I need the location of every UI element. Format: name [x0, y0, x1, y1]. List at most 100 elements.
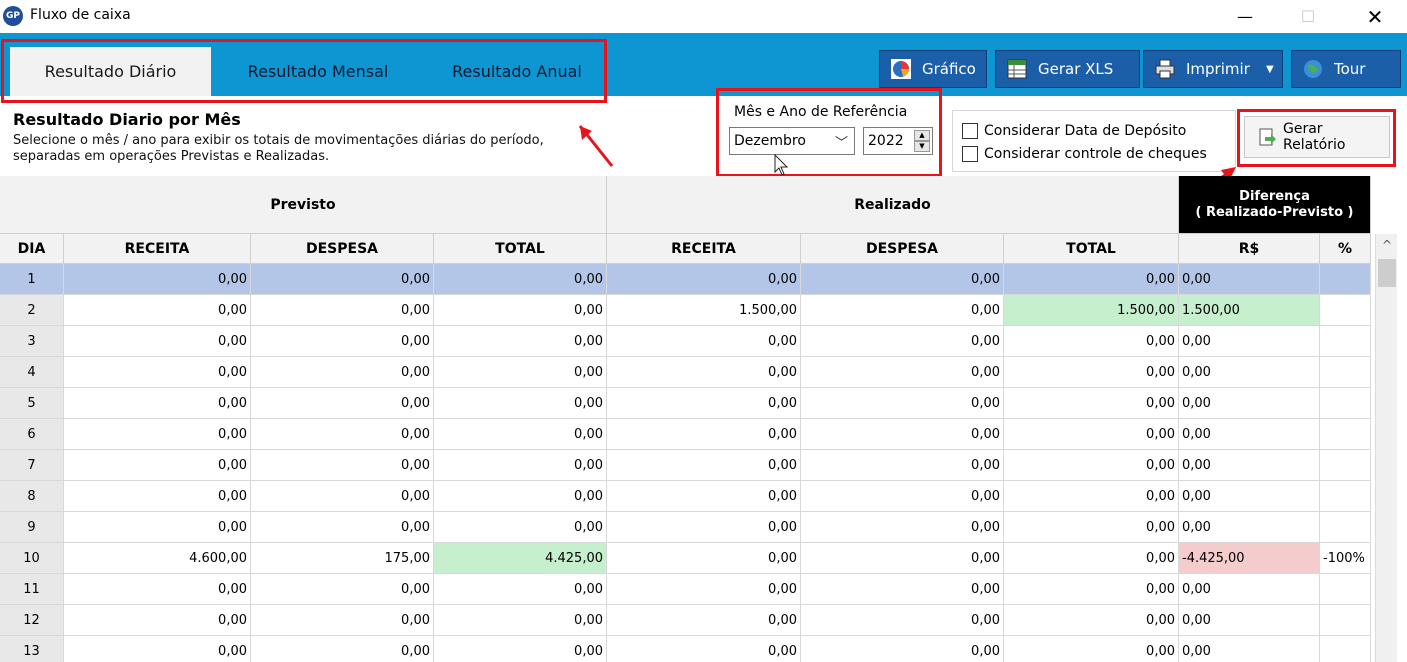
cell-dia[interactable]: 9 — [0, 512, 64, 543]
controle-cheques-checkbox[interactable]: Considerar controle de cheques — [962, 146, 1207, 162]
column-header-dia[interactable]: DIA — [0, 234, 64, 264]
checkbox-box[interactable] — [962, 146, 978, 162]
cell-diferenca-pct[interactable] — [1320, 357, 1371, 388]
cell-total-realizado[interactable]: 0,00 — [1004, 388, 1179, 419]
vertical-scrollbar[interactable]: ^ — [1375, 234, 1397, 662]
maximize-button[interactable]: ☐ — [1285, 0, 1331, 33]
cell-receita-previsto[interactable]: 0,00 — [64, 605, 251, 636]
cell-dia[interactable]: 4 — [0, 357, 64, 388]
cell-diferenca-rs[interactable]: 0,00 — [1179, 481, 1320, 512]
column-header-receita-realizado[interactable]: RECEITA — [607, 234, 801, 264]
cell-diferenca-pct[interactable] — [1320, 326, 1371, 357]
cell-receita-realizado[interactable]: 0,00 — [607, 450, 801, 481]
cell-dia[interactable]: 11 — [0, 574, 64, 605]
cell-despesa-realizado[interactable]: 0,00 — [801, 357, 1004, 388]
month-select[interactable]: Dezembro ﹀ — [729, 127, 855, 155]
cell-despesa-previsto[interactable]: 0,00 — [251, 605, 434, 636]
cell-receita-realizado[interactable]: 0,00 — [607, 605, 801, 636]
cell-total-previsto[interactable]: 0,00 — [434, 450, 607, 481]
cell-diferenca-pct[interactable] — [1320, 574, 1371, 605]
cell-despesa-realizado[interactable]: 0,00 — [801, 326, 1004, 357]
cell-receita-previsto[interactable]: 4.600,00 — [64, 543, 251, 574]
cell-receita-realizado[interactable]: 0,00 — [607, 543, 801, 574]
table-row[interactable]: 2 0,00 0,00 0,00 1.500,00 0,00 1.500,00 1.500,0… — [0, 295, 1371, 326]
cell-despesa-realizado[interactable]: 0,00 — [801, 264, 1004, 295]
cell-despesa-realizado[interactable]: 0,00 — [801, 419, 1004, 450]
cell-diferenca-rs[interactable]: 0,00 — [1179, 357, 1320, 388]
cell-diferenca-rs[interactable]: 0,00 — [1179, 636, 1320, 662]
cell-dia[interactable]: 10 — [0, 543, 64, 574]
cell-despesa-previsto[interactable]: 0,00 — [251, 388, 434, 419]
table-row[interactable]: 11 0,00 0,00 0,00 0,00 0,00 0,00 0,00 — [0, 574, 1371, 605]
scroll-up-icon[interactable]: ^ — [1376, 234, 1398, 256]
cell-total-previsto[interactable]: 4.425,00 — [434, 543, 607, 574]
cell-total-realizado[interactable]: 0,00 — [1004, 264, 1179, 295]
cell-diferenca-pct[interactable] — [1320, 636, 1371, 662]
cell-dia[interactable]: 12 — [0, 605, 64, 636]
cell-total-previsto[interactable]: 0,00 — [434, 357, 607, 388]
cell-diferenca-pct[interactable] — [1320, 264, 1371, 295]
scroll-thumb[interactable] — [1378, 259, 1396, 287]
cell-diferenca-rs[interactable]: 0,00 — [1179, 264, 1320, 295]
cell-despesa-realizado[interactable]: 0,00 — [801, 295, 1004, 326]
cell-diferenca-rs[interactable]: 0,00 — [1179, 388, 1320, 419]
cell-diferenca-rs[interactable]: 1.500,00 — [1179, 295, 1320, 326]
cell-diferenca-pct[interactable] — [1320, 512, 1371, 543]
grafico-button[interactable]: Gráfico — [879, 50, 987, 88]
close-button[interactable]: ✕ — [1352, 0, 1398, 33]
cell-receita-previsto[interactable]: 0,00 — [64, 357, 251, 388]
cell-total-previsto[interactable]: 0,00 — [434, 605, 607, 636]
cell-diferenca-rs[interactable]: 0,00 — [1179, 605, 1320, 636]
cell-total-previsto[interactable]: 0,00 — [434, 295, 607, 326]
cell-total-realizado[interactable]: 0,00 — [1004, 357, 1179, 388]
table-row[interactable]: 10 4.600,00 175,00 4.425,00 0,00 0,00 0,00 -4.4… — [0, 543, 1371, 574]
cell-despesa-realizado[interactable]: 0,00 — [801, 574, 1004, 605]
cell-diferenca-pct[interactable] — [1320, 295, 1371, 326]
cell-total-realizado[interactable]: 0,00 — [1004, 605, 1179, 636]
table-row[interactable]: 12 0,00 0,00 0,00 0,00 0,00 0,00 0,00 — [0, 605, 1371, 636]
cell-despesa-previsto[interactable]: 0,00 — [251, 295, 434, 326]
table-row[interactable]: 7 0,00 0,00 0,00 0,00 0,00 0,00 0,00 — [0, 450, 1371, 481]
cell-dia[interactable]: 6 — [0, 419, 64, 450]
cell-dia[interactable]: 3 — [0, 326, 64, 357]
cell-receita-previsto[interactable]: 0,00 — [64, 388, 251, 419]
spin-down-icon[interactable]: ▼ — [914, 141, 930, 152]
cell-receita-previsto[interactable]: 0,00 — [64, 481, 251, 512]
cell-diferenca-rs[interactable]: 0,00 — [1179, 419, 1320, 450]
cell-total-previsto[interactable]: 0,00 — [434, 264, 607, 295]
spin-up-icon[interactable]: ▲ — [914, 130, 930, 141]
table-row[interactable]: 4 0,00 0,00 0,00 0,00 0,00 0,00 0,00 — [0, 357, 1371, 388]
cell-despesa-previsto[interactable]: 0,00 — [251, 512, 434, 543]
minimize-button[interactable]: — — [1222, 0, 1268, 33]
cell-despesa-previsto[interactable]: 0,00 — [251, 481, 434, 512]
cell-diferenca-rs[interactable]: 0,00 — [1179, 450, 1320, 481]
cell-total-previsto[interactable]: 0,00 — [434, 512, 607, 543]
cell-receita-previsto[interactable]: 0,00 — [64, 295, 251, 326]
cell-receita-realizado[interactable]: 0,00 — [607, 481, 801, 512]
cell-dia[interactable]: 2 — [0, 295, 64, 326]
gerar-xls-button[interactable]: Gerar XLS — [995, 50, 1140, 88]
table-row[interactable]: 8 0,00 0,00 0,00 0,00 0,00 0,00 0,00 — [0, 481, 1371, 512]
cell-total-realizado[interactable]: 0,00 — [1004, 419, 1179, 450]
imprimir-button[interactable]: Imprimir — [1143, 50, 1283, 88]
cell-receita-previsto[interactable]: 0,00 — [64, 326, 251, 357]
cell-diferenca-rs[interactable]: 0,00 — [1179, 326, 1320, 357]
cell-receita-previsto[interactable]: 0,00 — [64, 419, 251, 450]
cell-total-realizado[interactable]: 0,00 — [1004, 574, 1179, 605]
cell-receita-previsto[interactable]: 0,00 — [64, 450, 251, 481]
table-row[interactable]: 9 0,00 0,00 0,00 0,00 0,00 0,00 0,00 — [0, 512, 1371, 543]
column-header-diferenca-pct[interactable]: % — [1320, 234, 1371, 264]
cell-diferenca-rs[interactable]: 0,00 — [1179, 574, 1320, 605]
cell-receita-previsto[interactable]: 0,00 — [64, 574, 251, 605]
cell-total-realizado[interactable]: 0,00 — [1004, 481, 1179, 512]
column-header-total-realizado[interactable]: TOTAL — [1004, 234, 1179, 264]
cell-despesa-realizado[interactable]: 0,00 — [801, 481, 1004, 512]
cell-receita-previsto[interactable]: 0,00 — [64, 264, 251, 295]
cell-dia[interactable]: 7 — [0, 450, 64, 481]
cell-despesa-realizado[interactable]: 0,00 — [801, 450, 1004, 481]
table-row[interactable]: 1 0,00 0,00 0,00 0,00 0,00 0,00 0,00 — [0, 264, 1371, 295]
column-header-despesa-realizado[interactable]: DESPESA — [801, 234, 1004, 264]
cell-despesa-previsto[interactable]: 0,00 — [251, 419, 434, 450]
table-row[interactable]: 3 0,00 0,00 0,00 0,00 0,00 0,00 0,00 — [0, 326, 1371, 357]
year-stepper[interactable]: 2022 ▲ ▼ — [863, 127, 933, 155]
